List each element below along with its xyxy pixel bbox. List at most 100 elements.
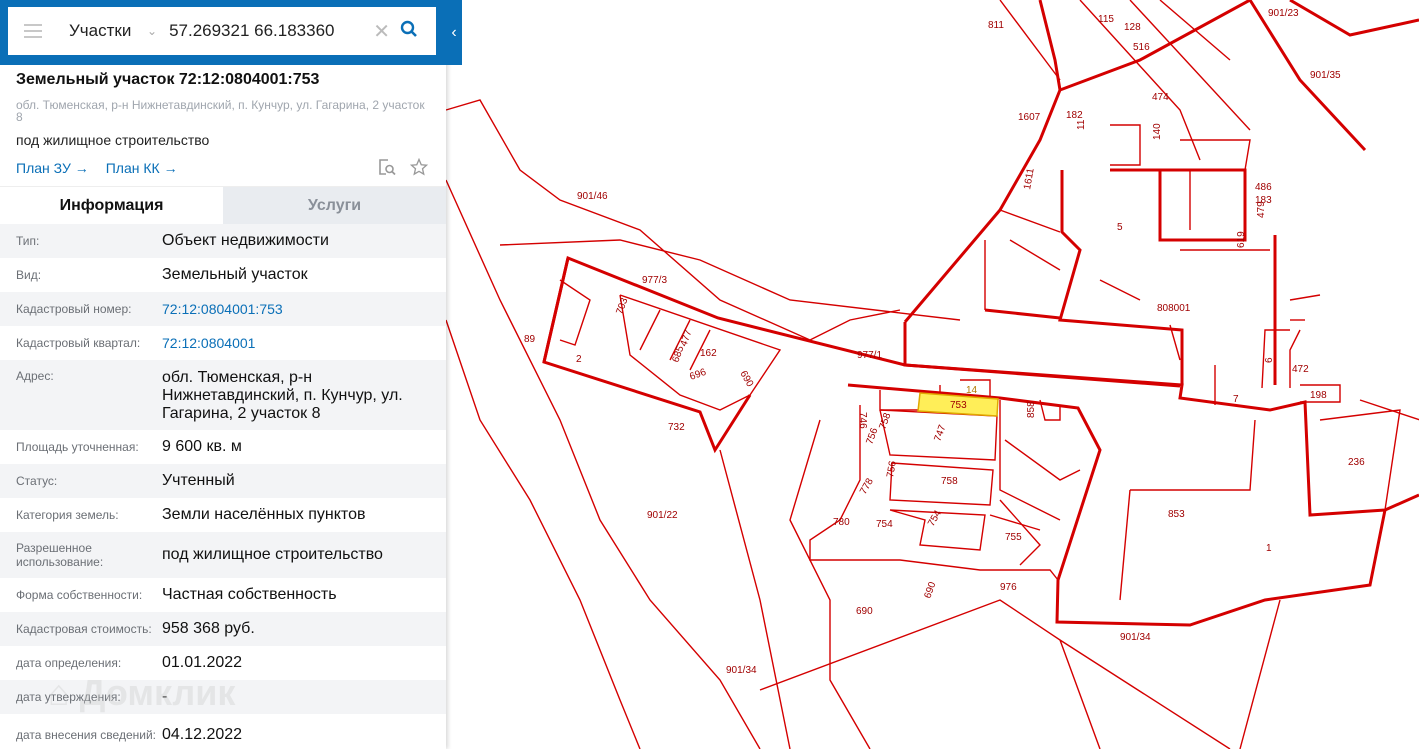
info-value: обл. Тюменская, р-н Нижнетавдинский, п. …: [162, 369, 403, 422]
parcel-boundary[interactable]: [1239, 599, 1281, 749]
parcel-boundary[interactable]: [1129, 0, 1251, 131]
parcel-label: 162: [700, 348, 717, 359]
parcel-label: 976: [1000, 582, 1017, 593]
menu-icon[interactable]: [24, 24, 42, 38]
parcel-boundary[interactable]: [499, 239, 961, 321]
info-row: Разрешенное использование: под жилищное с…: [0, 532, 446, 578]
info-key: Кадастровый квартал:: [16, 336, 141, 350]
parcel-boundary[interactable]: [1099, 279, 1141, 301]
parcel-boundary[interactable]: [719, 449, 791, 749]
parcel-label: 236: [1348, 457, 1365, 468]
parcel-boundary[interactable]: [1058, 170, 1184, 385]
info-value[interactable]: 72:12:0804001: [162, 334, 430, 352]
parcel-label: 619: [1236, 231, 1247, 248]
parcel-boundary[interactable]: [903, 0, 1251, 323]
info-key: Форма собственности:: [16, 588, 143, 602]
parcel-label: 703: [614, 296, 630, 316]
parcel-boundary[interactable]: [1009, 239, 1061, 271]
parcel-label: 6: [1264, 357, 1275, 363]
parcel-label: 5: [1117, 222, 1123, 233]
info-value: Учтенный: [162, 472, 235, 489]
tab-services[interactable]: Услуги: [223, 187, 446, 224]
parcel-boundary[interactable]: [1130, 419, 1256, 491]
chevron-left-icon: ‹: [451, 23, 457, 41]
parcel-label: 808001: [1157, 303, 1191, 314]
info-table: Тип: Объект недвижимости Вид: Земельный уча…: [0, 224, 446, 749]
chevron-down-icon[interactable]: ⌄: [147, 24, 157, 38]
parcel-boundary[interactable]: [1110, 124, 1141, 166]
parcel-boundary[interactable]: [1159, 0, 1231, 61]
parcel-boundary[interactable]: [1059, 639, 1231, 749]
info-value: Земельный участок: [162, 266, 308, 283]
parcel-label: 128: [1124, 22, 1141, 33]
zoom-to-parcel-icon[interactable]: [378, 158, 396, 179]
info-key: Адрес:: [16, 369, 54, 383]
parcel-boundary[interactable]: [789, 419, 871, 749]
search-icon[interactable]: [400, 20, 418, 43]
info-row: дата внесения сведений: 04.12.2022: [0, 714, 446, 749]
parcel-address: обл. Тюменская, р-н Нижнетавдинский, п. …: [16, 98, 425, 124]
parcel-boundary[interactable]: [639, 309, 661, 351]
parcel-label: 853: [1168, 509, 1185, 520]
parcel-boundary[interactable]: [559, 279, 591, 346]
parcel-boundary[interactable]: [984, 308, 1061, 320]
info-key: Разрешенное использование:: [16, 541, 104, 569]
info-value: 01.01.2022: [162, 654, 243, 671]
parcel-boundary[interactable]: [1180, 139, 1251, 171]
info-row: дата утверждения: -: [0, 680, 446, 714]
parcel-boundary[interactable]: [759, 599, 1101, 749]
collapse-panel-button[interactable]: ‹: [446, 0, 462, 65]
plan-zu-link[interactable]: План ЗУ →: [16, 160, 89, 176]
parcel-boundary[interactable]: [445, 99, 901, 341]
search-mode-select[interactable]: Участки: [69, 21, 131, 41]
info-row: Кадастровая стоимость: 958 368 руб.: [0, 612, 446, 646]
info-value: 958 368 руб.: [162, 620, 255, 637]
parcel-boundary[interactable]: [999, 209, 1061, 233]
parcel-boundary[interactable]: [1289, 294, 1321, 301]
parcel-boundary[interactable]: [1004, 439, 1081, 481]
parcel-boundary[interactable]: [1359, 399, 1419, 421]
parcel-boundary[interactable]: [1289, 0, 1419, 37]
parcel-boundary[interactable]: [542, 255, 1419, 517]
parcel-label: 182: [1066, 110, 1083, 121]
info-value: 9 600 кв. м: [162, 438, 242, 455]
clear-icon[interactable]: ✕: [373, 19, 390, 44]
parcel-label: 753: [950, 400, 967, 411]
parcel-boundary[interactable]: [879, 390, 920, 411]
parcel-label: 747: [932, 423, 948, 443]
parcel-label: 858: [1026, 401, 1037, 418]
parcel-label: 474: [1152, 92, 1169, 103]
star-icon[interactable]: [409, 157, 429, 179]
parcel-label: 746: [857, 412, 868, 429]
parcel-label: 901/23: [1268, 8, 1299, 19]
info-value: Земли населённых пунктов: [162, 506, 366, 523]
parcel-label: 755: [1005, 532, 1022, 543]
parcel-boundary[interactable]: [1110, 168, 1247, 242]
parcel-boundary[interactable]: [1289, 329, 1301, 388]
search-input[interactable]: 57.269321 66.183360: [169, 21, 373, 41]
parcel-label: 754: [926, 508, 944, 528]
parcel-boundary[interactable]: [903, 322, 1181, 388]
info-key: дата утверждения:: [16, 690, 121, 704]
parcel-label: 778: [858, 476, 876, 496]
search-bar: Участки ⌄ 57.269321 66.183360 ✕: [0, 0, 446, 65]
info-key: дата определения:: [16, 656, 122, 670]
parcel-label: 516: [1133, 42, 1150, 53]
parcel-label: 198: [1310, 390, 1327, 401]
tab-info[interactable]: Информация: [0, 187, 223, 224]
parcel-label: 690: [737, 369, 755, 389]
parcel-boundary[interactable]: [542, 257, 752, 454]
parcel-label: 2: [576, 354, 582, 365]
parcel-boundary[interactable]: [809, 405, 1059, 581]
info-value[interactable]: 72:12:0804001:753: [162, 300, 430, 318]
parcel-boundary[interactable]: [1119, 489, 1131, 601]
parcel-boundary[interactable]: [1248, 0, 1367, 152]
parcel-label: 756: [864, 426, 880, 446]
parcel-label: 477: [678, 328, 694, 348]
parcel-label: 1611: [1022, 167, 1037, 191]
info-key: Категория земель:: [16, 508, 119, 522]
info-row: Кадастровый квартал: 72:12:0804001: [0, 326, 446, 360]
parcel-label: 758: [877, 411, 893, 431]
plan-kk-link[interactable]: План КК →: [106, 160, 178, 176]
parcel-label: 140: [1152, 123, 1163, 140]
